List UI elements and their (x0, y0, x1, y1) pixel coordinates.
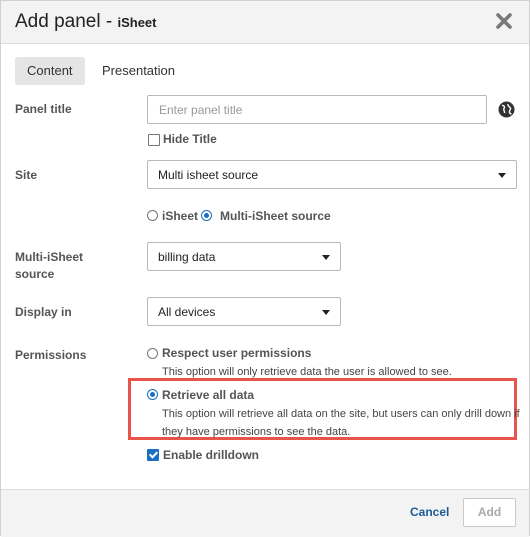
enable-drilldown-label: Enable drilldown (163, 448, 260, 462)
cancel-button[interactable]: Cancel (410, 505, 449, 519)
respect-user-permissions-label: Respect user permissions (162, 346, 312, 360)
multi-isheet-source-label: Multi-iSheet source (15, 250, 83, 281)
enable-drilldown-checkbox[interactable] (147, 449, 159, 461)
tab-presentation[interactable]: Presentation (90, 57, 187, 85)
dialog-title: Add panel - iSheet (15, 11, 156, 33)
permissions-label: Permissions (15, 348, 87, 362)
dialog-title-text: Add panel (15, 11, 101, 32)
retrieve-all-data-label: Retrieve all data (162, 388, 255, 402)
dialog-footer (1, 489, 529, 537)
radio-respect-user-permissions[interactable] (147, 348, 158, 359)
globe-icon[interactable] (498, 101, 515, 118)
dialog-header: Add panel - iSheet (1, 1, 529, 44)
close-icon[interactable] (495, 10, 513, 32)
panel-title-label: Panel title (15, 102, 72, 116)
panel-title-input[interactable] (147, 95, 487, 124)
hide-title-checkbox[interactable] (148, 134, 160, 146)
multi-isheet-source-select[interactable]: billing data (147, 242, 341, 271)
multi-isheet-source-value: billing data (158, 250, 216, 264)
hide-title-label: Hide Title (163, 132, 217, 146)
dialog-subtitle: iSheet (117, 15, 157, 30)
tab-content[interactable]: Content (15, 57, 85, 85)
display-in-label: Display in (15, 305, 72, 319)
chevron-down-icon (322, 255, 330, 260)
radio-isheet[interactable] (147, 210, 158, 221)
chevron-down-icon (498, 173, 506, 178)
radio-retrieve-all-data[interactable] (147, 389, 158, 400)
site-label: Site (15, 168, 38, 182)
radio-multi-isheet-source[interactable] (201, 210, 212, 221)
add-button[interactable]: Add (463, 498, 516, 527)
display-in-select[interactable]: All devices (147, 297, 341, 326)
retrieve-all-data-description-line2: they have permissions to see the data. (162, 426, 351, 438)
radio-multi-isheet-source-label: Multi-iSheet source (220, 209, 331, 223)
chevron-down-icon (322, 310, 330, 315)
site-select[interactable]: Multi isheet source (147, 160, 517, 189)
display-in-value: All devices (158, 305, 216, 319)
add-panel-dialog: Add panel - iSheet Content Presentation … (0, 0, 530, 537)
site-select-value: Multi isheet source (158, 168, 259, 182)
radio-isheet-label: iSheet (162, 209, 199, 223)
retrieve-all-data-description-line1: This option will retrieve all data on th… (162, 408, 520, 420)
dialog-title-separator: - (100, 11, 118, 32)
